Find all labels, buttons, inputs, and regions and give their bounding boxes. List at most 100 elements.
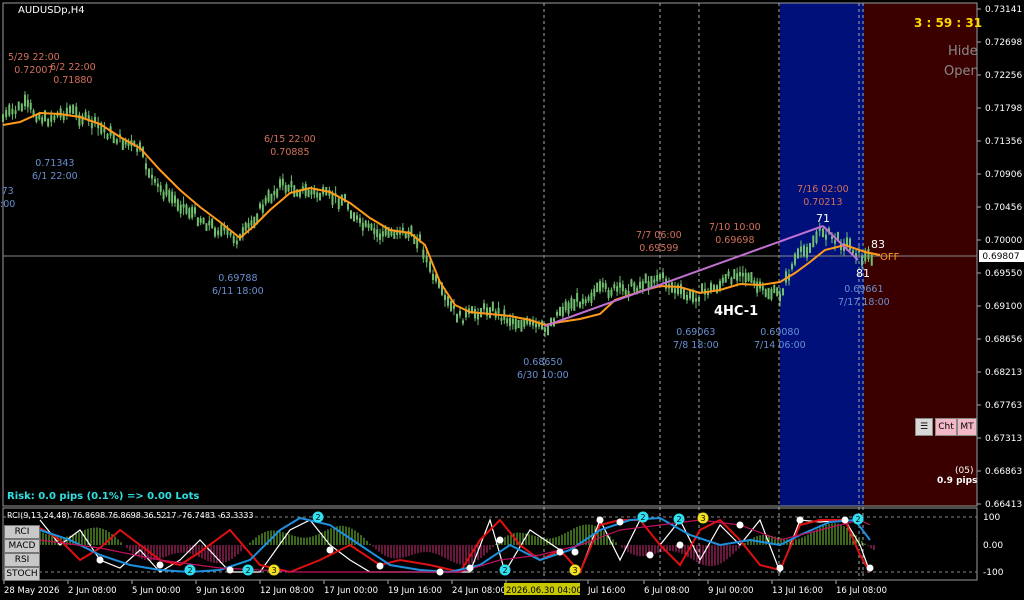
swing-label-date: 6/15 22:00 [264, 134, 316, 145]
swing-count-83: 83 [871, 238, 885, 251]
time-tick-label: 6 Jul 08:00 [644, 586, 690, 596]
swing-label-date: 7/10 10:00 [709, 222, 761, 233]
swing-label-price: 0.69080 [760, 327, 800, 338]
swing-label-high: 6/2 22:00 0.71880 [50, 61, 96, 87]
swing-label-price: 0.68650 [523, 357, 563, 368]
price-tick-label: 0.70906 [985, 170, 1022, 180]
candles [2, 91, 873, 338]
cht-button[interactable]: Cht [935, 418, 957, 436]
swing-label-price: 0.69698 [715, 235, 755, 246]
svg-text:2: 2 [315, 513, 320, 522]
spread-count: (05) [955, 466, 974, 476]
svg-text:3: 3 [700, 514, 705, 523]
price-tick-label: 0.70456 [985, 203, 1022, 213]
price-tick-label: 0.66413 [985, 500, 1022, 510]
swing-label-date: 6/11 18:00 [212, 286, 264, 297]
swing-label-price: 0.71880 [53, 75, 93, 86]
current-price-tag: 0.69807 [979, 250, 1024, 262]
price-tick-label: 0.70000 [985, 236, 1022, 246]
mt-button[interactable]: MT [957, 418, 977, 436]
indicator-button-rci[interactable]: RCI [4, 525, 40, 539]
price-tick-label: 0.72698 [985, 38, 1022, 48]
swing-label-price: 0.70885 [270, 147, 310, 158]
swing-count-81: 81 [856, 267, 870, 280]
pattern-label: 4HC-1 [714, 304, 759, 319]
indicator-tick-label: 100 [983, 513, 1000, 523]
time-tick-label: 2 Jun 08:00 [68, 586, 117, 596]
swing-label-date: 7/14 06:00 [754, 340, 806, 351]
price-tick-label: 0.71798 [985, 104, 1022, 114]
list-icon[interactable]: ☰ [915, 418, 933, 436]
swing-label-date: 7/17 18:00 [838, 297, 890, 308]
svg-text:3: 3 [271, 566, 276, 575]
time-axis: 28 May 2026 2 Jun 08:00 5 Jun 00:00 9 Jun 1… [3, 580, 887, 596]
time-tick-label: 16 Jul 08:00 [836, 586, 887, 596]
swing-label-low: 0.69063 7/8 18:00 [673, 326, 719, 352]
price-tick-label: 0.71356 [985, 137, 1022, 147]
indicator-tick-label: 0.00 [983, 541, 1003, 551]
price-tick-label: 0.67313 [985, 434, 1022, 444]
swing-label-low: 0.68650 6/30 10:00 [517, 356, 569, 382]
swing-count-71: 71 [816, 212, 830, 225]
time-tick-label: 12 Jun 08:00 [260, 586, 314, 596]
rci-line-red [39, 518, 871, 574]
spread-pips: 0.9 pips [937, 476, 978, 486]
swing-label-low: 0.69788 6/11 18:00 [212, 272, 264, 298]
price-tick-label: 0.69550 [985, 269, 1022, 279]
time-tick-label: 19 Jun 16:00 [388, 586, 442, 596]
swing-label-high: 7/16 02:00 0.70213 [797, 183, 849, 209]
svg-text:2: 2 [855, 515, 860, 524]
swing-label-low: 0.69080 7/14 06:00 [754, 326, 806, 352]
swing-label-price: 0.69599 [639, 243, 679, 254]
price-tick-label: 0.67763 [985, 401, 1022, 411]
indicator-axis: 100 0.00 -100 [983, 513, 1004, 578]
price-tick-label: 0.72256 [985, 71, 1022, 81]
svg-text:2: 2 [187, 566, 192, 575]
rci-indicator-panel: 2 2 2 2 2 2 2 3 3 3 [3, 511, 977, 576]
svg-text:2: 2 [502, 566, 507, 575]
swing-label-price: 73 [1, 186, 14, 197]
swing-label-low: 0.71343 6/1 22:00 [32, 157, 78, 183]
swing-label-price: 0.69661 [844, 284, 884, 295]
risk-text: Risk: 0.0 pips (0.1%) => 0.00 Lots [7, 491, 200, 502]
swing-label-price: 0.70213 [803, 197, 843, 208]
hide-button[interactable]: Hide [948, 44, 978, 59]
indicator-button-stoch[interactable]: STOCH [4, 567, 40, 581]
indicator-tick-label: -100 [983, 568, 1004, 578]
svg-text:3: 3 [572, 566, 577, 575]
price-tick-label: 0.66863 [985, 467, 1022, 477]
swing-label-date: 7/7 06:00 [636, 230, 682, 241]
indicator-button-rsi[interactable]: RSI [4, 553, 40, 567]
time-tick-label: 13 Jul 16:00 [772, 586, 823, 596]
price-tick-label: 0.73141 [985, 5, 1022, 15]
swing-label-high: 7/7 06:00 0.69599 [636, 229, 682, 255]
countdown-timer: 3 : 59 : 31 [914, 16, 983, 30]
time-tick-label: 9 Jun 16:00 [196, 586, 245, 596]
time-tick-label: 24 Jun 08:00 [452, 586, 506, 596]
time-tick-label: 5 Jun 00:00 [132, 586, 181, 596]
swing-label-price: 0.71343 [35, 158, 75, 169]
time-tick-label: 9 Jul 00:00 [708, 586, 754, 596]
time-tick-label: 28 May 2026 [4, 586, 59, 596]
time-tick-label: Jul 16:00 [587, 586, 625, 596]
svg-text:2: 2 [676, 515, 681, 524]
swing-label-price: 0.69063 [676, 327, 716, 338]
svg-text:2: 2 [245, 566, 250, 575]
swing-label-date: 6/2 22:00 [50, 62, 96, 73]
indicator-header: RCI(9,13,24,48) 76.8698 76.8698 36.5217 … [7, 511, 254, 520]
swing-label-date: 7/8 18:00 [673, 340, 719, 351]
price-tick-label: 0.69100 [985, 302, 1022, 312]
swing-label-date: 7/16 02:00 [797, 184, 849, 195]
swing-label-low: 0.69661 7/17 18:00 [838, 283, 890, 309]
svg-text:0.69807: 0.69807 [982, 252, 1019, 262]
swing-label-date: :00 [0, 199, 16, 210]
open-button[interactable]: Open [944, 64, 979, 79]
time-tick-label: 2026.06.30 04:00 [506, 586, 582, 596]
swing-label-date: 6/30 10:00 [517, 370, 569, 381]
indicator-button-macd[interactable]: MACD [4, 539, 40, 553]
symbol-title: AUDUSDp,H4 [18, 5, 85, 16]
off-label: OFF [880, 252, 900, 263]
price-tick-label: 0.68656 [985, 335, 1022, 345]
swing-label-high: 7/10 10:00 0.69698 [709, 221, 761, 247]
swing-label-date: 6/1 22:00 [32, 171, 78, 182]
